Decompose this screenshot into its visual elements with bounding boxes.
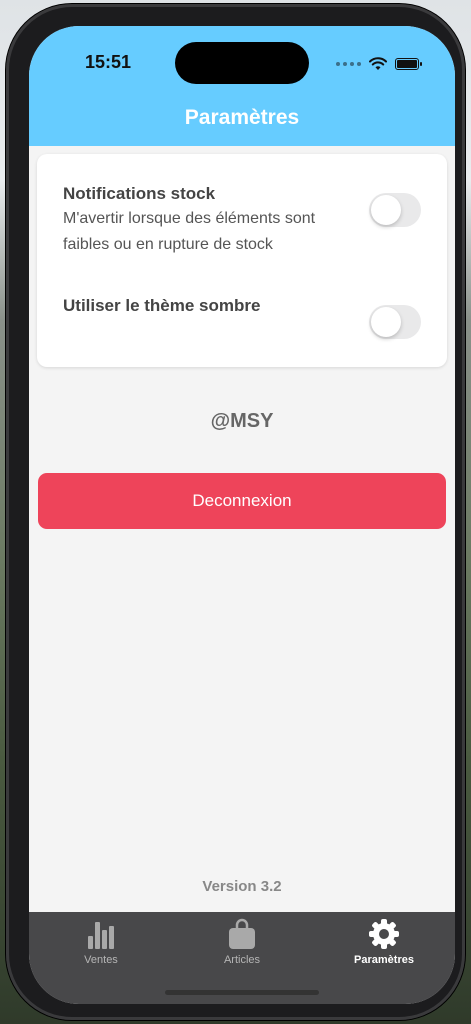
battery-icon [395, 58, 422, 70]
notifications-toggle[interactable] [369, 193, 421, 227]
settings-card: Notifications stock M'avertir lorsque de… [37, 154, 447, 367]
user-handle: @MSY [210, 410, 274, 432]
status-icons [336, 56, 422, 72]
setting-description: M'avertir lorsque des éléments sont faib… [63, 210, 316, 253]
phone-frame: 15:51 Paramètres Notifications stock M'a… [6, 4, 465, 1020]
tab-bar: Ventes Articles Paramètres [29, 912, 455, 1004]
tab-label: Paramètres [354, 954, 414, 966]
tab-articles[interactable]: Articles [182, 918, 302, 968]
tab-parametres[interactable]: Paramètres [324, 918, 444, 968]
dynamic-island [175, 42, 309, 84]
bar-chart-icon [88, 922, 114, 949]
toggle-knob [371, 195, 401, 225]
home-indicator [165, 990, 319, 995]
tab-label: Articles [223, 954, 261, 966]
page-title: Paramètres [184, 106, 300, 129]
setting-notifications: Notifications stock M'avertir lorsque de… [63, 184, 353, 258]
setting-title: Notifications stock [63, 184, 216, 203]
dark-theme-toggle[interactable] [369, 305, 421, 339]
shopping-bag-icon [229, 918, 255, 949]
tab-label: Ventes [84, 954, 118, 966]
setting-dark-theme: Utiliser le thème sombre [63, 296, 260, 316]
app-header: 15:51 Paramètres [29, 26, 455, 146]
wifi-icon [369, 57, 387, 70]
tab-ventes[interactable]: Ventes [41, 918, 161, 968]
logout-button[interactable]: Deconnexion [38, 473, 446, 529]
status-time: 15:51 [85, 52, 132, 72]
setting-title: Utiliser le thème sombre [63, 296, 261, 315]
app-version: Version 3.2 [202, 878, 282, 895]
signal-dots-icon [336, 62, 361, 66]
app-screen: 15:51 Paramètres Notifications stock M'a… [29, 26, 455, 1004]
gear-icon [369, 919, 399, 949]
toggle-knob [371, 307, 401, 337]
